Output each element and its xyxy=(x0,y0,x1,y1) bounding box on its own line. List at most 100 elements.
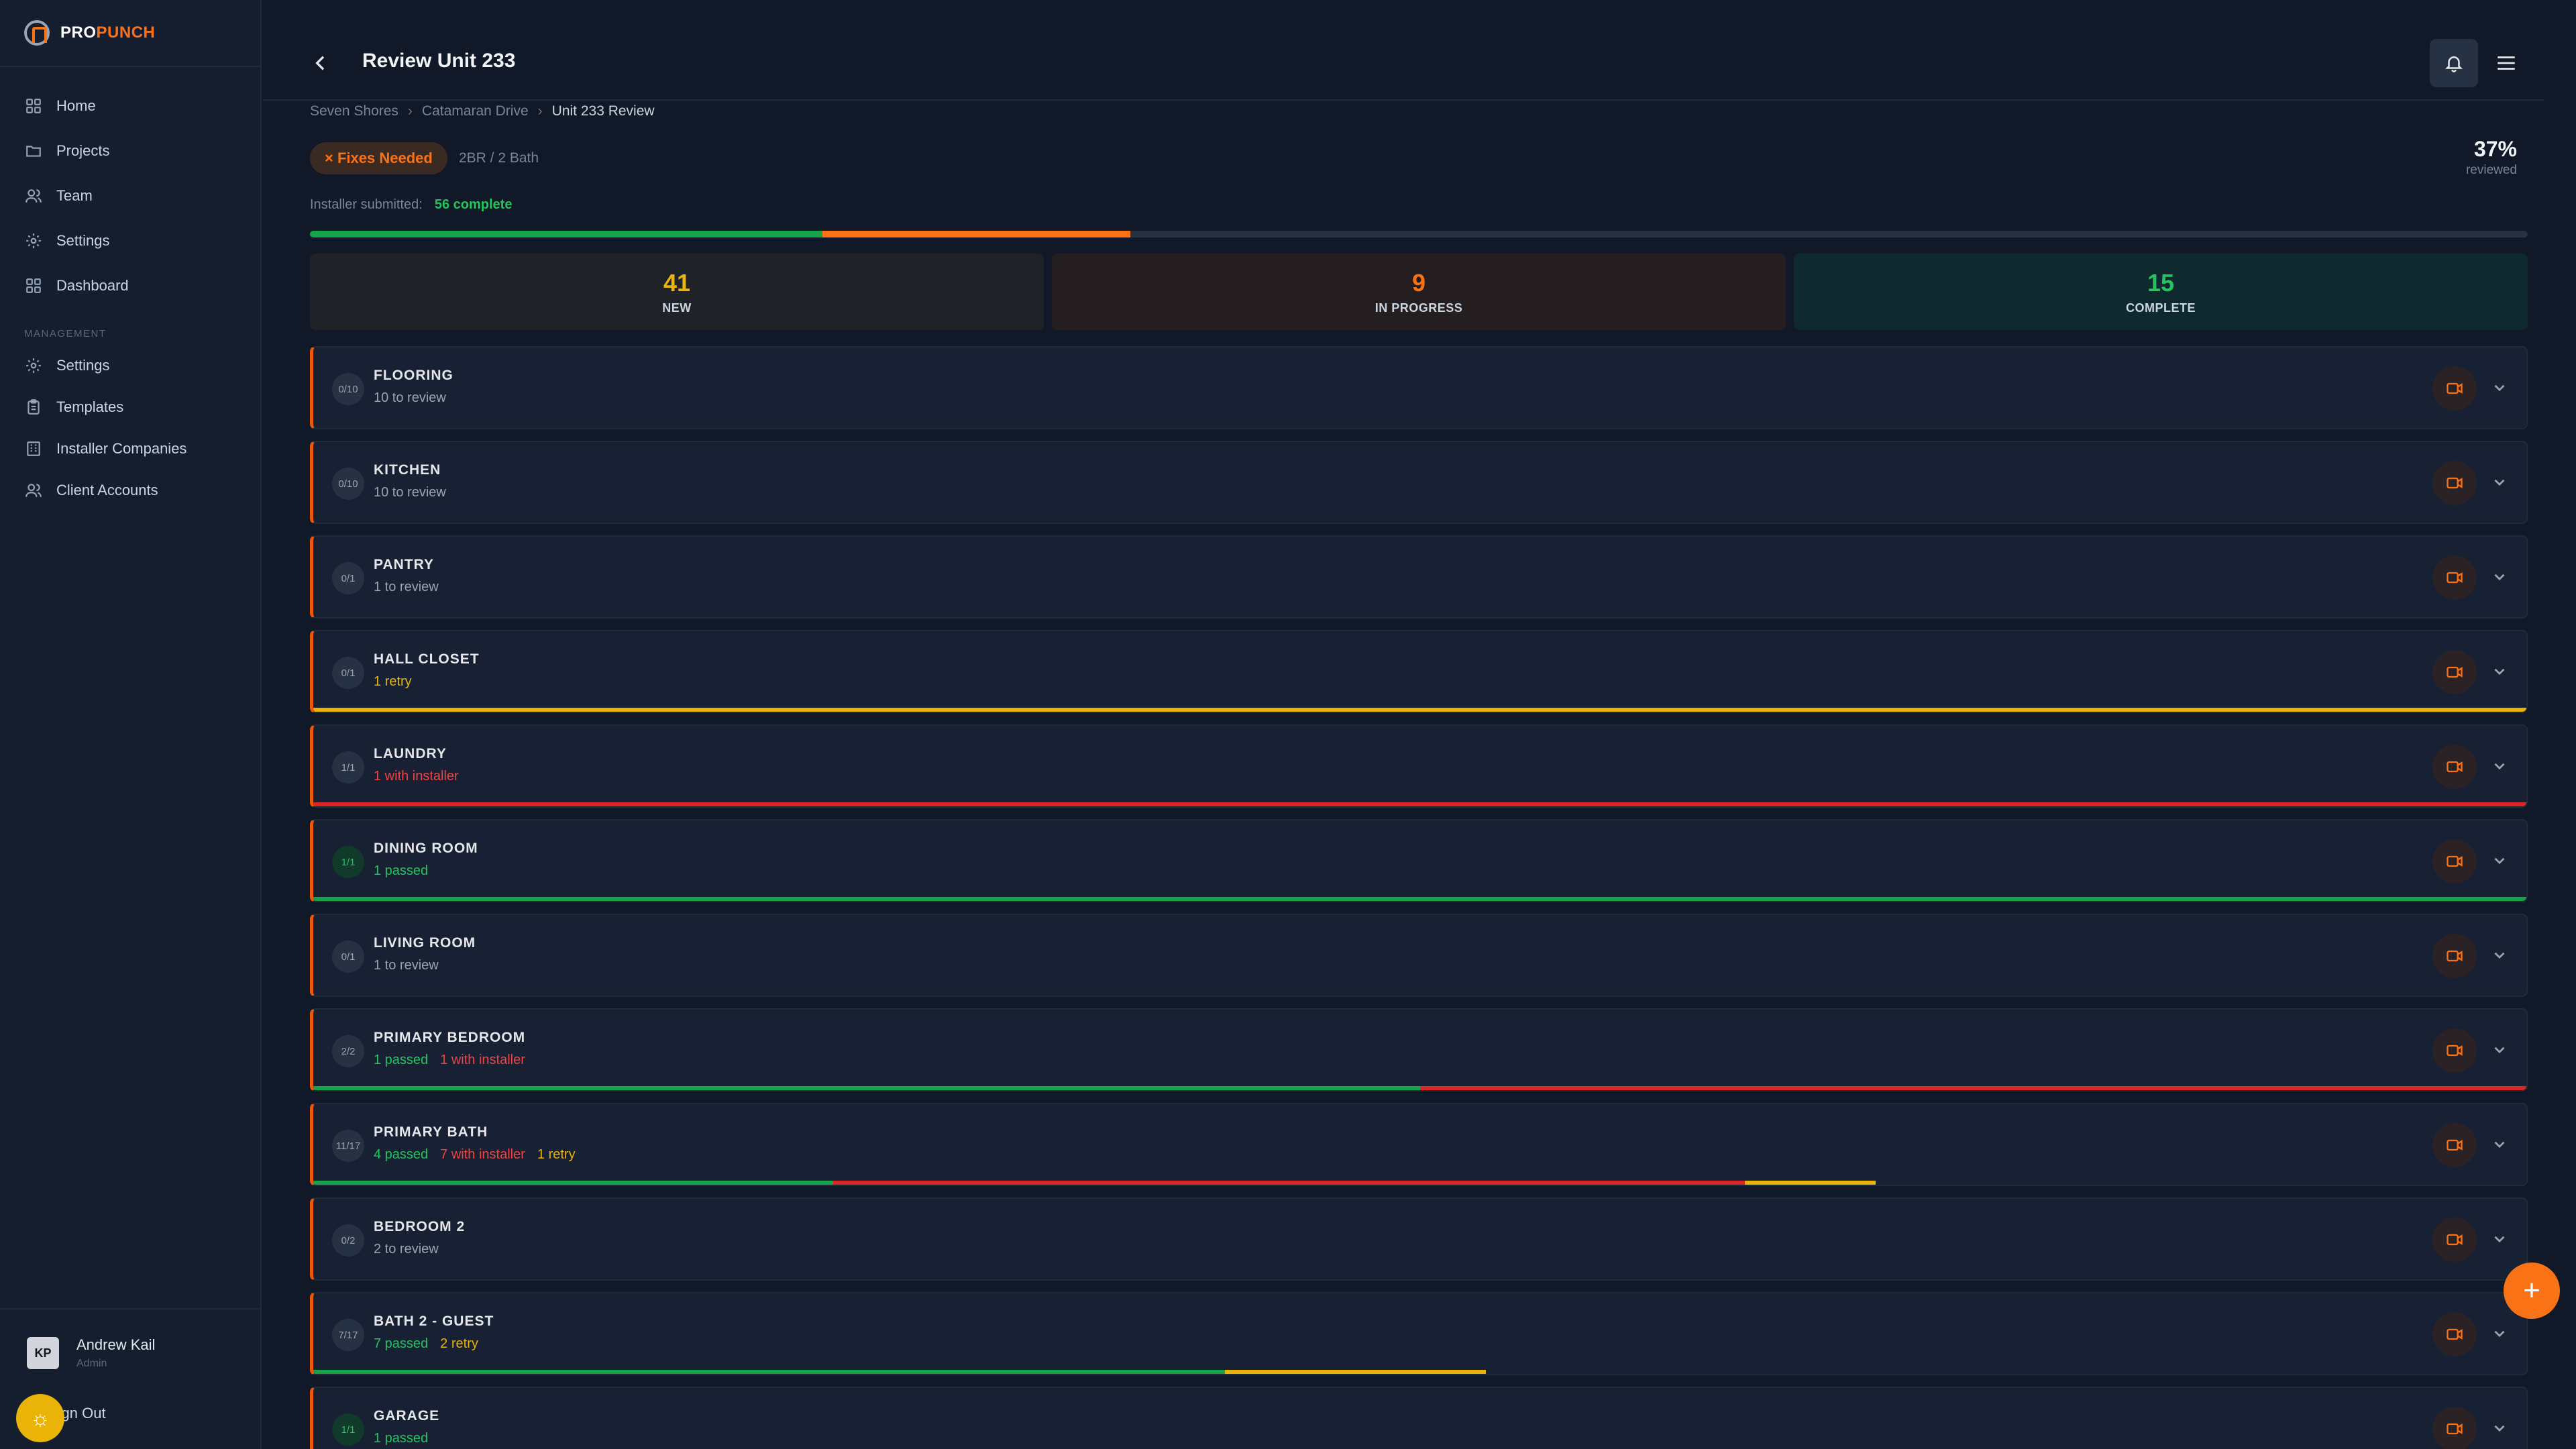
breadcrumb-item[interactable]: Catamaran Drive xyxy=(422,103,529,119)
room-status-list: 1 retry xyxy=(374,674,412,690)
chevron-left-icon xyxy=(315,56,325,70)
sidebar-item-settings[interactable]: Settings xyxy=(0,218,260,263)
room-name: PRIMARY BEDROOM xyxy=(374,1030,526,1045)
room-row[interactable]: 0/10 KITCHEN 10 to review xyxy=(310,441,2528,524)
room-row[interactable]: 1/1 DINING ROOM 1 passed xyxy=(310,819,2528,902)
room-status-list: 1 to review xyxy=(374,958,439,973)
sidebar-item-mgmt-settings[interactable]: Settings xyxy=(0,345,260,386)
expand-room-button[interactable] xyxy=(2489,755,2510,777)
room-name: FLOORING xyxy=(374,368,453,383)
room-count-badge: 0/2 xyxy=(332,1224,364,1256)
room-count-badge: 2/2 xyxy=(332,1035,364,1067)
expand-room-button[interactable] xyxy=(2489,1417,2510,1439)
expand-room-button[interactable] xyxy=(2489,1134,2510,1155)
expand-room-button[interactable] xyxy=(2489,566,2510,588)
breadcrumb-item[interactable]: Seven Shores xyxy=(310,103,398,119)
room-name: LIVING ROOM xyxy=(374,935,476,951)
video-button[interactable] xyxy=(2432,839,2477,883)
propunch-logo-icon xyxy=(24,20,50,46)
room-progress-segment xyxy=(833,1181,1746,1185)
main-content: Review Unit 233 Seven Shores › Catamaran… xyxy=(263,0,2576,1449)
brand[interactable]: PROPUNCH xyxy=(0,0,260,67)
room-row[interactable]: 2/2 PRIMARY BEDROOM 1 passed 1 with install… xyxy=(310,1008,2528,1091)
expand-room-button[interactable] xyxy=(2489,661,2510,682)
room-row[interactable]: 11/17 PRIMARY BATH 4 passed 7 with installe… xyxy=(310,1103,2528,1186)
video-button[interactable] xyxy=(2432,461,2477,505)
room-progress-bar xyxy=(313,1086,2526,1090)
room-row[interactable]: 0/1 LIVING ROOM 1 to review xyxy=(310,914,2528,997)
menu-button[interactable] xyxy=(2490,47,2522,79)
stat-complete[interactable]: 15 COMPLETE xyxy=(1794,254,2528,330)
room-status-list: 2 to review xyxy=(374,1242,439,1257)
video-button[interactable] xyxy=(2432,1407,2477,1449)
video-button[interactable] xyxy=(2432,366,2477,411)
expand-room-button[interactable] xyxy=(2489,472,2510,493)
video-button[interactable] xyxy=(2432,555,2477,600)
chevron-right-icon: › xyxy=(407,103,413,119)
sun-icon: ☼ xyxy=(30,1405,50,1430)
sidebar-item-home[interactable]: Home xyxy=(0,83,260,128)
sidebar-item-installer-companies[interactable]: Installer Companies xyxy=(0,428,260,470)
room-row[interactable]: 7/17 BATH 2 - GUEST 7 passed 2 retry xyxy=(310,1292,2528,1375)
room-row[interactable]: 1/1 GARAGE 1 passed xyxy=(310,1387,2528,1449)
expand-room-button[interactable] xyxy=(2489,850,2510,871)
room-row[interactable]: 1/1 LAUNDRY 1 with installer xyxy=(310,724,2528,808)
back-button[interactable] xyxy=(310,47,331,79)
sidebar-item-team[interactable]: Team xyxy=(0,173,260,218)
add-button[interactable]: + xyxy=(2504,1263,2560,1319)
clipboard-icon xyxy=(24,398,43,417)
room-progress-bar xyxy=(313,897,2526,901)
room-status-review: 10 to review xyxy=(374,390,446,405)
video-camera-icon xyxy=(2445,568,2464,587)
expand-room-button[interactable] xyxy=(2489,377,2510,398)
stat-in-progress[interactable]: 9 IN PROGRESS xyxy=(1052,254,1786,330)
theme-toggle-button[interactable]: ☼ xyxy=(16,1394,64,1442)
expand-room-button[interactable] xyxy=(2489,945,2510,966)
video-button[interactable] xyxy=(2432,934,2477,978)
video-button[interactable] xyxy=(2432,1123,2477,1167)
page-title: Review Unit 233 xyxy=(362,50,516,72)
sidebar-item-dashboard[interactable]: Dashboard xyxy=(0,263,260,308)
video-camera-icon xyxy=(2445,379,2464,398)
room-name: BEDROOM 2 xyxy=(374,1219,466,1234)
room-row[interactable]: 0/10 FLOORING 10 to review xyxy=(310,346,2528,429)
stat-new[interactable]: 41 NEW xyxy=(310,254,1044,330)
notifications-button[interactable] xyxy=(2430,39,2478,87)
room-count-badge: 0/1 xyxy=(332,657,364,689)
user-profile[interactable]: KP Andrew Kail Admin xyxy=(27,1336,155,1370)
video-button[interactable] xyxy=(2432,1312,2477,1356)
sidebar-item-label: Home xyxy=(56,97,96,114)
sidebar-item-templates[interactable]: Templates xyxy=(0,386,260,428)
room-row[interactable]: 0/1 HALL CLOSET 1 retry xyxy=(310,630,2528,713)
video-button[interactable] xyxy=(2432,650,2477,694)
room-status-list: 10 to review xyxy=(374,485,446,500)
user-name: Andrew Kail xyxy=(76,1336,156,1353)
room-count-badge: 0/1 xyxy=(332,941,364,973)
room-name: PANTRY xyxy=(374,557,434,572)
users-icon xyxy=(24,186,43,205)
video-camera-icon xyxy=(2445,1230,2464,1249)
video-button[interactable] xyxy=(2432,745,2477,789)
room-count-badge: 1/1 xyxy=(332,846,364,878)
room-progress-segment xyxy=(313,897,2526,901)
expand-room-button[interactable] xyxy=(2489,1323,2510,1344)
room-count-badge: 1/1 xyxy=(332,1413,364,1446)
room-count-badge: 11/17 xyxy=(332,1130,364,1162)
hamburger-menu-icon xyxy=(2498,56,2515,70)
room-count-badge: 0/10 xyxy=(332,373,364,405)
expand-room-button[interactable] xyxy=(2489,1228,2510,1250)
room-status-installer: 7 with installer xyxy=(440,1147,525,1162)
room-row[interactable]: 0/1 PANTRY 1 to review xyxy=(310,535,2528,619)
room-row[interactable]: 0/2 BEDROOM 2 2 to review xyxy=(310,1197,2528,1281)
room-status-passed: 1 passed xyxy=(374,863,429,878)
room-count-badge: 0/1 xyxy=(332,562,364,594)
video-button[interactable] xyxy=(2432,1028,2477,1073)
sidebar-item-projects[interactable]: Projects xyxy=(0,128,260,173)
room-status-review: 1 to review xyxy=(374,958,439,973)
expand-room-button[interactable] xyxy=(2489,1039,2510,1061)
video-button[interactable] xyxy=(2432,1218,2477,1262)
sidebar-item-client-accounts[interactable]: Client Accounts xyxy=(0,470,260,511)
room-count-badge: 7/17 xyxy=(332,1319,364,1351)
stat-value: 15 xyxy=(2147,268,2175,297)
room-progress-segment xyxy=(313,708,2526,712)
